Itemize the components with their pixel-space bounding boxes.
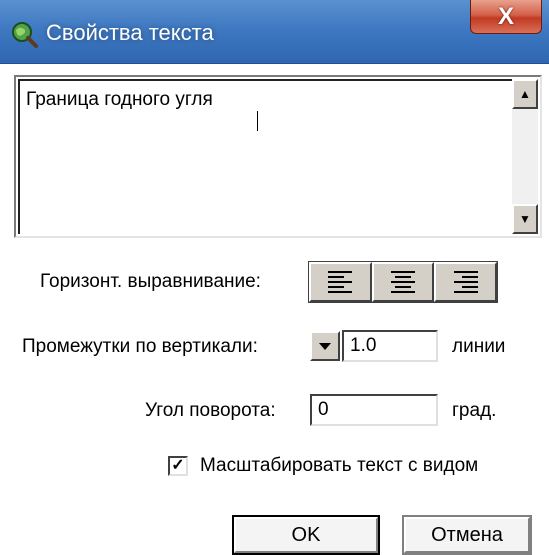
text-input-value: Граница годного угля <box>26 89 213 110</box>
scale-label: Масштабировать текст с видом <box>200 455 479 476</box>
spacing-unit: линии <box>452 336 506 357</box>
checkmark-icon: ✓ <box>171 457 185 474</box>
cancel-button-label: Отмена <box>431 523 503 546</box>
align-center-button[interactable] <box>371 262 435 302</box>
cancel-button[interactable]: Отмена <box>402 515 532 555</box>
text-input-inner[interactable]: Граница годного угля <box>18 79 512 234</box>
window-title: Свойства текста <box>46 20 214 45</box>
title-bar: Свойства текста X <box>0 0 549 64</box>
align-left-icon <box>328 268 353 296</box>
text-caret <box>257 111 258 131</box>
close-icon: X <box>497 2 514 30</box>
vertical-scrollbar[interactable]: ▲ ▼ <box>512 79 538 234</box>
rotation-unit: град. <box>452 400 497 421</box>
alignment-label: Горизонт. выравнивание: <box>40 271 261 292</box>
align-left-button[interactable] <box>309 262 372 302</box>
ok-button[interactable]: OK <box>232 515 380 555</box>
chevron-down-icon <box>319 342 331 350</box>
scale-checkbox[interactable]: ✓ <box>168 456 188 476</box>
ok-button-label: OK <box>291 523 321 546</box>
spacing-label: Промежутки по вертикали: <box>22 336 258 357</box>
align-center-icon <box>391 268 415 296</box>
align-right-icon <box>453 268 478 296</box>
spacing-input[interactable]: 1.0 <box>342 330 438 362</box>
rotation-label: Угол поворота: <box>145 400 276 421</box>
alignment-button-group <box>308 261 498 303</box>
dialog-body: Граница годного угля ▲ ▼ Горизонт. вырав… <box>0 64 549 555</box>
scroll-up-icon: ▲ <box>519 87 531 101</box>
rotation-input[interactable]: 0 <box>310 394 438 426</box>
align-right-button[interactable] <box>434 262 498 302</box>
globe-magnifier-icon <box>12 22 38 48</box>
scroll-up-button[interactable]: ▲ <box>512 79 538 109</box>
text-input-area[interactable]: Граница годного угля ▲ ▼ <box>14 75 542 238</box>
spacing-dropdown-button[interactable] <box>310 331 340 361</box>
scroll-down-icon: ▼ <box>519 212 531 226</box>
scroll-down-button[interactable]: ▼ <box>512 204 538 234</box>
close-button[interactable]: X <box>470 0 542 34</box>
